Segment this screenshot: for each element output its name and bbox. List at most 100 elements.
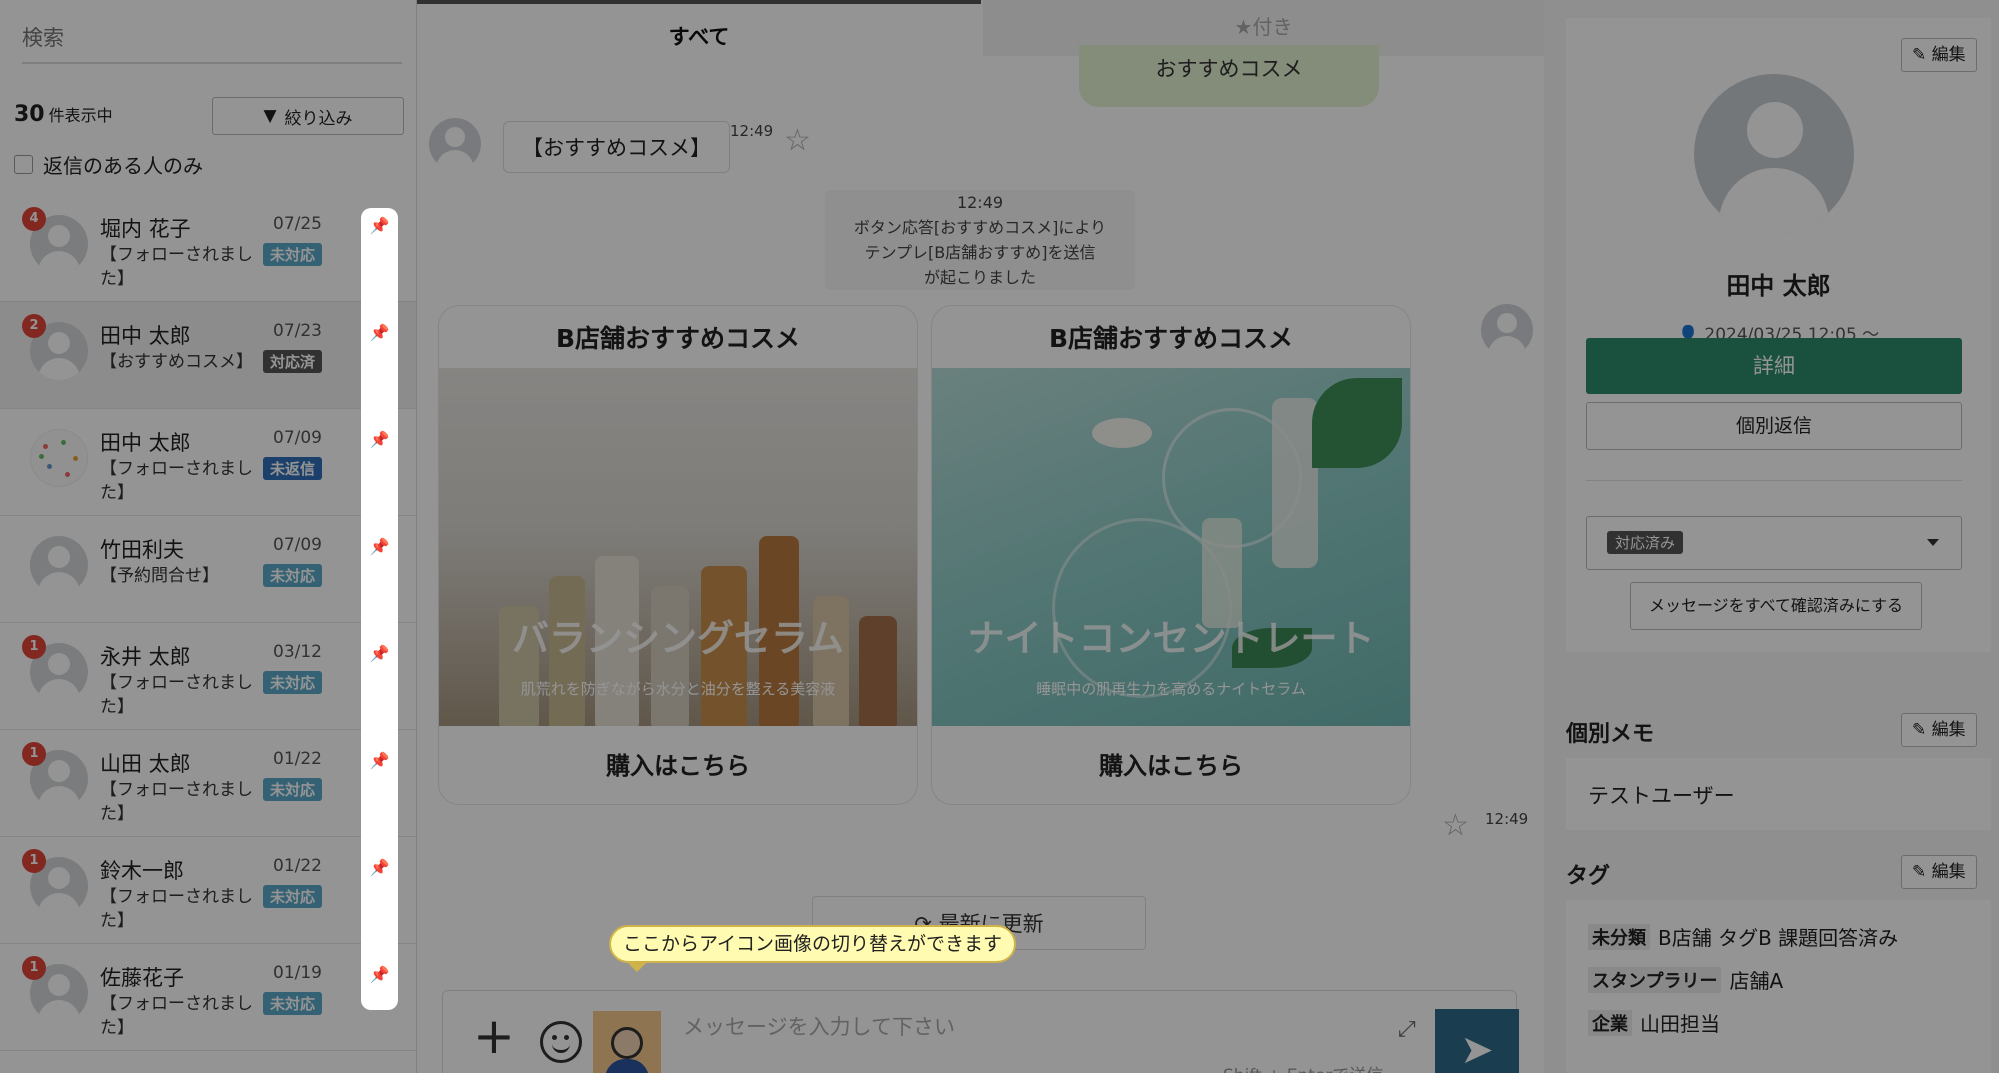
status-select-value: 対応済み xyxy=(1607,531,1684,554)
tags-edit-button[interactable]: ✎ 編集 xyxy=(1901,855,1977,889)
message-date: 07/09 xyxy=(273,428,322,448)
star-icon[interactable]: ☆ xyxy=(784,123,811,158)
message-date: 01/19 xyxy=(273,963,322,983)
edit-icon: ✎ xyxy=(1912,862,1927,882)
unread-badge: 4 xyxy=(22,207,46,231)
mark-all-read-button[interactable]: メッセージをすべて確認済みにする xyxy=(1630,582,1922,630)
conversation-item[interactable]: 1 佐藤花子 【フォローされました】 01/19 未対応 xyxy=(0,944,416,1051)
profile-card: ✎ 編集 田中 太郎 👤 2024/03/25 12:05 〜 詳細 個別返信 … xyxy=(1566,18,1991,652)
pin-icon[interactable]: 📌 xyxy=(361,537,398,556)
contact-name: 鈴木一郎 xyxy=(100,859,184,883)
status-badge: 対応済 xyxy=(262,350,322,373)
star-icon[interactable]: ☆ xyxy=(1442,808,1469,843)
contact-name: 田中 太郎 xyxy=(100,431,191,455)
system-text-line: テンプレ[B店舗おすすめ]を送信 xyxy=(864,243,1096,262)
send-icon: ➤ xyxy=(1460,1027,1494,1073)
conversation-item[interactable]: 1 永井 太郎 【フォローされました】 03/12 未対応 xyxy=(0,623,416,730)
card-title: B店舗おすすめコスメ xyxy=(1048,324,1294,353)
pin-icon[interactable]: 📌 xyxy=(361,858,398,877)
contact-name: 田中 太郎 xyxy=(100,324,191,348)
emoji-icon[interactable] xyxy=(540,1021,582,1063)
card-purchase-button[interactable]: 購入はこちら xyxy=(932,726,1410,804)
edit-label: 編集 xyxy=(1931,45,1966,65)
tag-row: スタンプラリー 店舗A xyxy=(1588,965,1991,994)
unread-badge: 1 xyxy=(22,849,46,873)
tag-row: 未分類 B店舗 タグB 課題回答済み xyxy=(1588,922,1991,951)
outgoing-message: おすすめコスメ xyxy=(1079,45,1379,107)
tag-row: 企業 山田担当 xyxy=(1588,1008,1991,1037)
system-text-line: ボタン応答[おすすめコスメ]により xyxy=(853,218,1107,237)
card-headline: バランシングセラム xyxy=(512,617,844,660)
unread-badge: 1 xyxy=(22,742,46,766)
memo-edit-button[interactable]: ✎ 編集 xyxy=(1901,713,1977,747)
send-button[interactable]: ➤ xyxy=(1435,1009,1519,1073)
pin-icon[interactable]: 📌 xyxy=(361,216,398,235)
avatar xyxy=(30,429,88,487)
conversation-item[interactable]: 4 堀内 花子 【フォローされました】 07/25 未対応 xyxy=(0,195,416,302)
edit-icon: ✎ xyxy=(1912,720,1927,740)
conversation-item[interactable]: 2 田中 太郎 【おすすめコスメ】 07/23 対応済 xyxy=(0,302,416,409)
detail-button[interactable]: 詳細 xyxy=(1586,338,1962,394)
message-input[interactable]: メッセージを入力して下さい xyxy=(683,1011,1433,1041)
tag-list: 未分類 B店舗 タグB 課題回答済み スタンプラリー 店舗A 企業 山田担当 xyxy=(1566,900,1991,1073)
message-date: 03/12 xyxy=(273,642,322,662)
memo-title: 個別メモ xyxy=(1566,722,1655,747)
status-badge: 未対応 xyxy=(262,564,322,587)
conversation-list: 4 堀内 花子 【フォローされました】 07/25 未対応 2 田中 太郎 【お… xyxy=(0,195,416,1051)
edit-icon: ✎ xyxy=(1912,45,1927,65)
status-badge: 未対応 xyxy=(262,243,322,266)
message-date: 07/25 xyxy=(273,214,322,234)
search-input[interactable] xyxy=(22,26,402,50)
filter-button[interactable]: ▼ 絞り込み xyxy=(212,97,404,135)
conversation-item[interactable]: 1 山田 太郎 【フォローされました】 01/22 未対応 xyxy=(0,730,416,837)
carousel-card: B店舗おすすめコスメ ナイトコンセントレート 睡眠中の肌再生力を高めるナイトセラ… xyxy=(932,306,1410,804)
conversation-item[interactable]: 田中 太郎 【フォローされました】 07/09 未返信 xyxy=(0,409,416,516)
contact-name: 佐藤花子 xyxy=(100,966,184,990)
tag-items: 山田担当 xyxy=(1640,1012,1720,1036)
card-image: バランシングセラム 肌荒れを防ぎながら水分と油分を整える美容液 xyxy=(439,368,917,726)
contact-name: 堀内 花子 xyxy=(100,217,191,241)
sender-icon-picker[interactable] xyxy=(593,1011,661,1073)
pin-column: 📌 📌 📌 📌 📌 📌 📌 📌 xyxy=(361,208,398,1010)
checkbox-box[interactable] xyxy=(14,155,33,174)
card-image: ナイトコンセントレート 睡眠中の肌再生力を高めるナイトセラム xyxy=(932,368,1410,726)
message-preview: 【フォローされました】 xyxy=(100,245,253,289)
unread-badge: 2 xyxy=(22,314,46,338)
card-subtext: 肌荒れを防ぎながら水分と油分を整える美容液 xyxy=(520,680,836,698)
card-purchase-button[interactable]: 購入はこちら xyxy=(439,726,917,804)
profile-panel: ✎ 編集 田中 太郎 👤 2024/03/25 12:05 〜 詳細 個別返信 … xyxy=(1544,0,1999,1073)
pin-icon[interactable]: 📌 xyxy=(361,430,398,449)
profile-name: 田中 太郎 xyxy=(1726,272,1831,300)
tab-all[interactable]: すべて xyxy=(417,0,981,56)
pin-icon[interactable]: 📌 xyxy=(361,751,398,770)
expand-icon[interactable]: ⤢ xyxy=(1398,1017,1416,1042)
profile-avatar xyxy=(1694,74,1854,234)
pin-icon[interactable]: 📌 xyxy=(361,965,398,984)
status-badge: 未対応 xyxy=(262,992,322,1015)
edit-label: 編集 xyxy=(1931,862,1966,882)
carousel-card: B店舗おすすめコスメ バランシングセラム 肌荒れを防ぎながら水分と油分を整える美… xyxy=(439,306,917,804)
message-preview: 【フォローされました】 xyxy=(100,673,253,717)
pin-icon[interactable]: 📌 xyxy=(361,644,398,663)
message-preview: 【フォローされました】 xyxy=(100,780,253,824)
chevron-down-icon xyxy=(1927,539,1939,546)
message-preview: 【予約問合せ】 xyxy=(100,566,219,586)
incoming-message: 【おすすめコスメ】 xyxy=(503,121,730,173)
unread-badge: 1 xyxy=(22,956,46,980)
reply-only-checkbox[interactable]: 返信のある人のみ xyxy=(14,150,203,179)
search-box[interactable] xyxy=(22,20,402,64)
result-count-number: 30 xyxy=(14,102,45,127)
profile-edit-button[interactable]: ✎ 編集 xyxy=(1901,38,1977,72)
filter-label: 絞り込み xyxy=(284,108,353,129)
plus-icon[interactable]: + xyxy=(473,1011,515,1061)
pin-icon[interactable]: 📌 xyxy=(361,323,398,342)
result-count-suffix: 件表示中 xyxy=(48,106,113,125)
conversation-item[interactable]: 1 鈴木一郎 【フォローされました】 01/22 未対応 xyxy=(0,837,416,944)
tag-category: スタンプラリー xyxy=(1588,966,1722,993)
send-hint: Shift + Enterで送信 xyxy=(1223,1061,1383,1073)
status-badge: 未対応 xyxy=(262,778,322,801)
status-select[interactable]: 対応済み xyxy=(1586,516,1962,570)
status-badge: 未対応 xyxy=(262,885,322,908)
conversation-item[interactable]: 竹田利夫 【予約問合せ】 07/09 未対応 xyxy=(0,516,416,623)
individual-reply-button[interactable]: 個別返信 xyxy=(1586,402,1962,450)
